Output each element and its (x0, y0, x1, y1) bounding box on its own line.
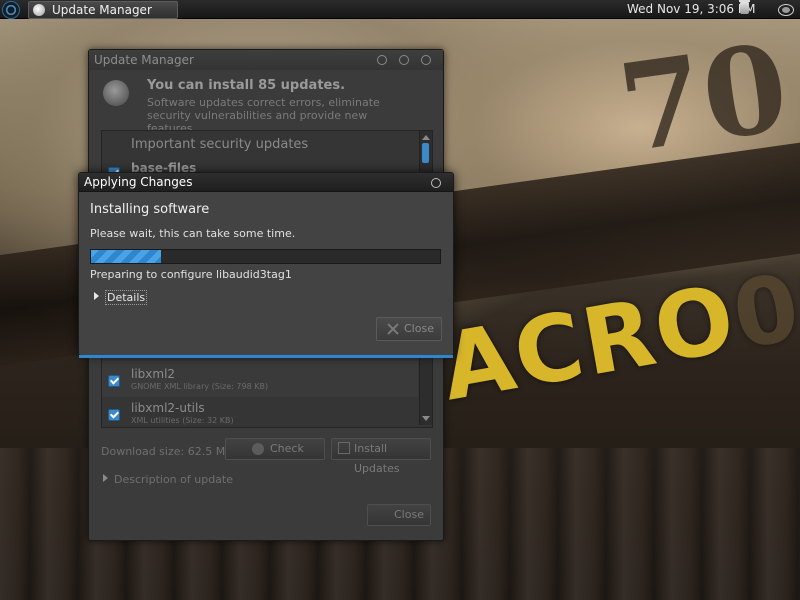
close-button[interactable]: Close (367, 504, 431, 526)
section-header: Important security updates (131, 137, 309, 152)
package-name: libxml2-utils (131, 401, 205, 415)
list-item[interactable]: libxml2-utils XML utilities (Size: 32 KB… (102, 397, 418, 433)
notification-icon[interactable] (778, 4, 794, 16)
expander-arrow-icon (94, 292, 99, 300)
trash-icon[interactable] (739, 0, 750, 14)
check-button[interactable]: Check (225, 438, 325, 460)
install-updates-button[interactable]: Install Updates (331, 438, 431, 475)
description-toggle-label: Description of update (114, 473, 234, 486)
top-panel: Update Manager Wed Nov 19, 3:06 PM (0, 0, 800, 19)
dialog-close-icon[interactable] (431, 178, 441, 188)
package-description: GNOME XML library (Size: 798 KB) (131, 382, 269, 391)
main-menu-icon[interactable] (2, 1, 20, 19)
description-toggle[interactable]: Description of update (103, 473, 233, 486)
dialog-accent-line (79, 355, 453, 358)
check-label: Check (270, 442, 304, 455)
applying-changes-dialog: Applying Changes Installing software Ple… (78, 172, 454, 358)
package-description: XML utilities (Size: 32 KB) (131, 416, 234, 425)
update-manager-titlebar[interactable]: Update Manager (89, 50, 443, 70)
close-x-icon (386, 322, 400, 336)
close-x-icon (376, 508, 388, 520)
taskbar-item-update-manager[interactable]: Update Manager (28, 1, 178, 19)
window-title: Update Manager (94, 53, 194, 67)
expander-arrow-icon (103, 474, 108, 482)
dialog-heading: Installing software (90, 202, 210, 217)
maximize-icon[interactable] (399, 55, 409, 65)
wallpaper-number: 70 (611, 18, 796, 180)
scroll-thumb[interactable] (422, 143, 429, 163)
close-label: Close (394, 508, 424, 521)
panel-clock[interactable]: Wed Nov 19, 3:06 PM (627, 0, 755, 18)
package-name: libxml2 (131, 367, 176, 381)
updates-heading: You can install 85 updates. (147, 78, 346, 93)
list-item[interactable]: libxml2 GNOME XML library (Size: 798 KB) (102, 361, 418, 397)
update-manager-icon (33, 4, 45, 16)
apply-icon (338, 442, 350, 454)
dialog-title: Applying Changes (84, 175, 193, 189)
details-label: Details (105, 290, 148, 305)
minimize-icon[interactable] (377, 55, 387, 65)
download-size: Download size: 62.5 MB (101, 445, 233, 458)
dialog-close-label: Close (404, 322, 434, 335)
progress-fill (91, 250, 161, 263)
scroll-down-icon[interactable] (422, 416, 430, 421)
package-checkbox[interactable] (108, 409, 120, 421)
wait-text: Please wait, this can take some time. (90, 227, 296, 240)
refresh-icon (252, 443, 264, 455)
taskbar-item-label: Update Manager (52, 3, 152, 17)
scroll-up-icon[interactable] (422, 135, 430, 140)
install-label: Install Updates (354, 442, 400, 475)
close-icon[interactable] (421, 55, 431, 65)
update-manager-logo-icon (103, 80, 129, 106)
details-expander[interactable]: Details (94, 290, 148, 305)
progress-status: Preparing to configure libaudid3tag1 (90, 268, 292, 281)
package-checkbox[interactable] (108, 375, 120, 387)
dialog-titlebar[interactable]: Applying Changes (79, 173, 453, 192)
dialog-close-button[interactable]: Close (376, 317, 442, 341)
progress-bar (90, 249, 441, 264)
